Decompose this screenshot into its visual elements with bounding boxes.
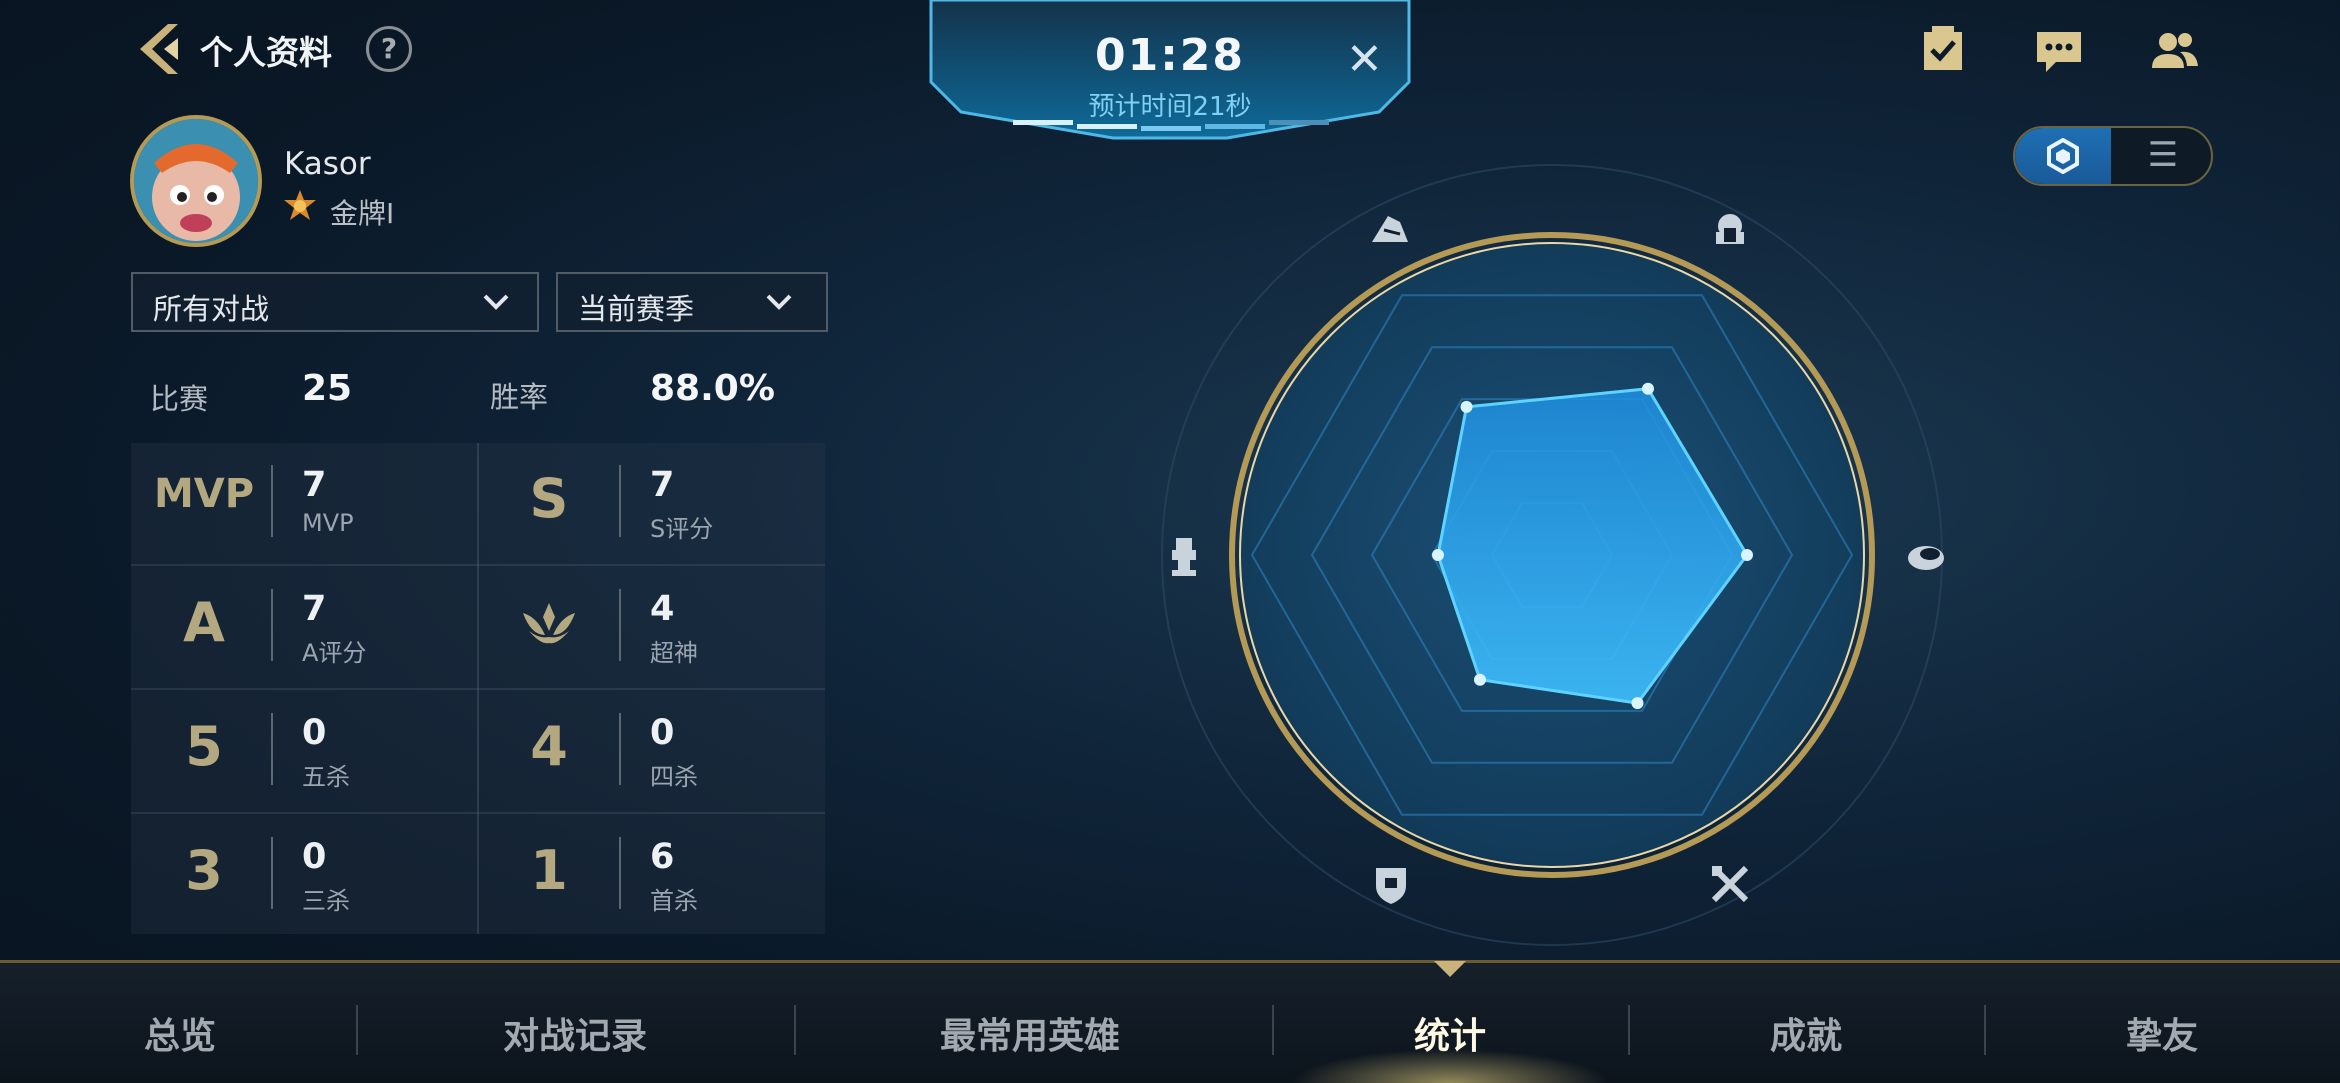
legendary-wings-icon [523, 603, 575, 644]
mvp-glyph: MVP [153, 471, 255, 517]
triple-kill-glyph: 3 [185, 839, 223, 902]
mage-icon [1908, 546, 1944, 570]
player-rank: 金牌I [330, 197, 395, 230]
mvp-count: 7 [302, 465, 327, 505]
quadra-kill-label: 四杀 [650, 763, 698, 791]
view-toggle[interactable]: ☰ [2013, 126, 2213, 186]
a-rating-label: A评分 [302, 639, 367, 667]
season-value: 当前赛季 [578, 292, 695, 326]
help-icon[interactable]: ? [366, 26, 412, 72]
radar-point-assassin [1460, 400, 1473, 413]
s-rating-label: S评分 [650, 515, 714, 543]
matches-value: 25 [302, 368, 353, 409]
tab-best-friends[interactable]: 挚友 [2062, 1007, 2262, 1059]
queue-timer: 01:28 [1094, 30, 1246, 81]
first-blood-label: 首杀 [650, 887, 698, 915]
match-mode-dropdown[interactable]: 所有对战 [131, 272, 539, 332]
winrate-value: 88.0% [650, 368, 775, 409]
friends-icon[interactable] [2150, 26, 2200, 76]
legendary-count: 4 [650, 589, 675, 629]
player-name: Kasor [284, 146, 371, 182]
page-title: 个人资料 [200, 33, 332, 72]
tab-match-history[interactable]: 对战记录 [440, 1007, 710, 1059]
triple-kill-label: 三杀 [302, 887, 350, 915]
matches-label: 比赛 [150, 382, 209, 416]
first-blood-glyph: 1 [530, 839, 568, 902]
avatar[interactable] [130, 115, 262, 247]
tab-top-heroes[interactable]: 最常用英雄 [870, 1007, 1190, 1059]
chat-icon[interactable] [2034, 28, 2084, 78]
winrate-label: 胜率 [490, 380, 549, 414]
quadra-kill-count: 0 [650, 713, 675, 753]
list-view-button[interactable]: ☰ [2115, 128, 2211, 184]
cancel-queue-button[interactable]: ✕ [1346, 38, 1383, 82]
support-icon [1172, 538, 1196, 576]
radar-point-tank [1474, 673, 1486, 686]
avatar-image [134, 119, 258, 243]
tab-statistics[interactable]: 统计 [1350, 1007, 1550, 1059]
penta-kill-glyph: 5 [185, 715, 223, 778]
legendary-label: 超神 [650, 639, 698, 667]
marksman-icon [1711, 865, 1749, 903]
tank-icon [1376, 868, 1406, 904]
a-rating-glyph: A [183, 591, 225, 654]
a-rating-count: 7 [302, 589, 327, 629]
hexagon-icon [2047, 138, 2079, 174]
chevron-down-icon [766, 294, 792, 310]
bottom-nav: 总览 对战记录 最常用英雄 统计 成就 挚友 [0, 960, 2340, 1083]
radar-point-mage [1741, 549, 1753, 561]
tab-overview[interactable]: 总览 [80, 1007, 280, 1059]
triple-kill-count: 0 [302, 837, 327, 877]
task-icon[interactable] [1918, 24, 1968, 74]
tab-achievements[interactable]: 成就 [1706, 1007, 1906, 1059]
mvp-label: MVP [302, 509, 354, 537]
s-rating-count: 7 [650, 465, 675, 505]
match-mode-value: 所有对战 [153, 292, 270, 326]
s-rating-glyph: S [529, 467, 569, 530]
radar-point-marksman [1631, 697, 1644, 710]
radar-view-button[interactable] [2015, 128, 2111, 184]
warrior-icon [1716, 214, 1744, 244]
stats-grid: MVP 7 MVP S 7 S评分 A 7 A评分 4 超神 5 0 五杀 4 … [131, 443, 825, 934]
quadra-kill-glyph: 4 [530, 715, 568, 778]
penta-kill-count: 0 [302, 713, 327, 753]
estimated-wait-text: 预计时间21秒 [1088, 92, 1252, 122]
season-dropdown[interactable]: 当前赛季 [556, 272, 828, 332]
first-blood-count: 6 [650, 837, 675, 877]
active-indicator-icon [1434, 961, 1466, 977]
rank-badge-icon [284, 190, 316, 220]
radar-point-warrior [1642, 382, 1654, 395]
penta-kill-label: 五杀 [302, 763, 350, 791]
ability-radar-chart [1161, 164, 1944, 946]
back-arrow-icon[interactable] [128, 20, 184, 78]
chevron-down-icon [483, 294, 509, 310]
assassin-icon [1372, 216, 1408, 242]
radar-point-support [1432, 549, 1444, 561]
